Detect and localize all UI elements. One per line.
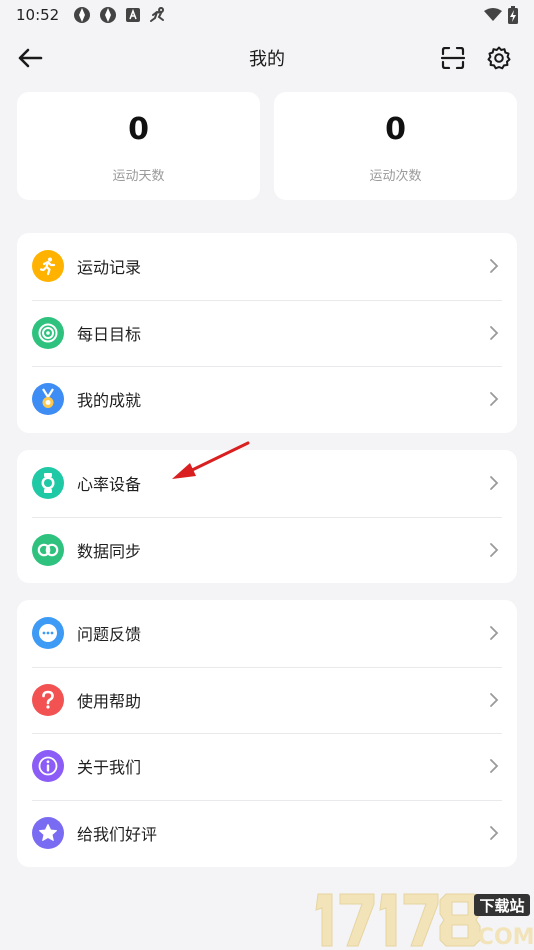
status-bar: 10:52 xyxy=(0,0,534,30)
menu-group-activity: 运动记录 每日目标 我的成就 xyxy=(17,233,517,433)
sync-icon xyxy=(32,533,64,566)
back-button[interactable] xyxy=(14,44,46,72)
arrow-left-icon xyxy=(18,48,43,68)
red-arrow-annotation-icon xyxy=(172,441,250,479)
menu-item-rate-us[interactable]: 给我们好评 xyxy=(17,799,517,867)
fitness-notification-icon xyxy=(150,7,165,22)
chevron-right-icon xyxy=(489,758,501,774)
exercise-days-value: 0 xyxy=(128,112,149,147)
chevron-right-icon xyxy=(489,625,501,641)
page-title: 我的 xyxy=(249,49,285,70)
chevron-right-icon xyxy=(489,825,501,841)
watermark-logo: 下载站 .COM xyxy=(315,893,534,950)
watch-icon xyxy=(32,467,64,500)
menu-item-label: 运动记录 xyxy=(77,258,142,278)
menu-item-about-us[interactable]: 关于我们 xyxy=(17,733,517,800)
menu-item-feedback[interactable]: 问题反馈 xyxy=(17,600,517,667)
medal-icon xyxy=(32,383,64,416)
menu-item-label: 问题反馈 xyxy=(77,625,142,645)
settings-button[interactable] xyxy=(484,44,514,72)
chevron-right-icon xyxy=(489,475,501,491)
app-notification-icon xyxy=(74,7,91,23)
running-icon xyxy=(32,250,64,283)
a-app-icon xyxy=(126,8,141,22)
menu-group-support: 问题反馈 使用帮助 关于我们 给我们好评 xyxy=(17,600,517,867)
menu-item-exercise-records[interactable]: 运动记录 xyxy=(17,233,517,300)
scan-button[interactable] xyxy=(438,44,468,72)
menu-item-label: 给我们好评 xyxy=(77,825,158,845)
feedback-icon xyxy=(32,617,64,650)
chevron-right-icon xyxy=(489,542,501,558)
menu-item-label: 心率设备 xyxy=(77,475,142,495)
exercise-count-value: 0 xyxy=(385,112,406,147)
battery-charging-icon xyxy=(508,6,518,24)
gear-icon xyxy=(487,46,511,70)
help-icon xyxy=(32,683,64,716)
chevron-right-icon xyxy=(489,692,501,708)
status-time: 10:52 xyxy=(16,6,60,24)
menu-item-daily-goal[interactable]: 每日目标 xyxy=(17,299,517,367)
menu-item-label: 数据同步 xyxy=(77,541,142,561)
stat-card-exercise-count: 0 运动次数 xyxy=(274,92,517,200)
watermark-domain: .COM xyxy=(469,925,534,950)
system-icons xyxy=(484,6,518,24)
menu-item-help[interactable]: 使用帮助 xyxy=(17,666,517,734)
exercise-count-label: 运动次数 xyxy=(369,169,422,184)
app-bar: 我的 xyxy=(0,36,534,80)
star-icon xyxy=(32,817,64,850)
chevron-right-icon xyxy=(489,258,501,274)
chevron-right-icon xyxy=(489,391,501,407)
menu-item-data-sync[interactable]: 数据同步 xyxy=(17,516,517,584)
notification-icons xyxy=(73,6,169,24)
menu-item-label: 每日目标 xyxy=(77,324,142,344)
menu-item-label: 使用帮助 xyxy=(77,691,142,711)
menu-group-devices: 心率设备 数据同步 xyxy=(17,450,517,583)
target-icon xyxy=(32,316,64,349)
scan-icon xyxy=(441,47,465,69)
menu-item-label: 我的成就 xyxy=(77,391,142,411)
wifi-icon xyxy=(484,8,502,21)
menu-item-label: 关于我们 xyxy=(77,758,142,778)
app-notification-icon-2 xyxy=(100,7,117,23)
info-icon xyxy=(32,750,64,783)
stat-card-exercise-days: 0 运动天数 xyxy=(17,92,260,200)
menu-item-heart-rate-device[interactable]: 心率设备 xyxy=(17,450,517,517)
watermark-tag: 下载站 xyxy=(479,897,524,915)
menu-item-my-achievements[interactable]: 我的成就 xyxy=(17,366,517,433)
exercise-days-label: 运动天数 xyxy=(112,169,165,184)
chevron-right-icon xyxy=(489,325,501,341)
